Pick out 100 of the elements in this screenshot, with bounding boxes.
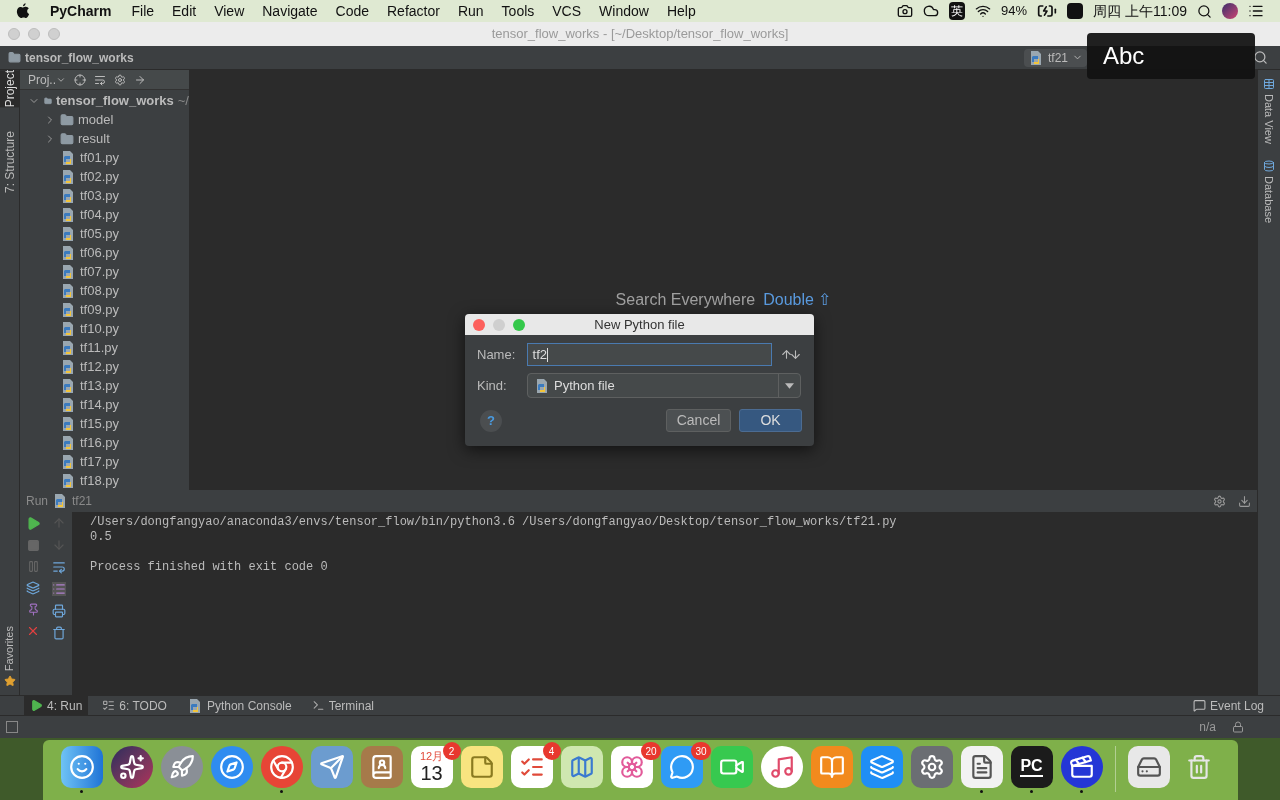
siri-icon[interactable] [1222, 3, 1238, 19]
app-menu[interactable]: PyCharm [50, 0, 112, 22]
trash-icon[interactable] [52, 626, 66, 640]
run-config-name: tf21 [72, 493, 93, 510]
folder-name[interactable]: model [78, 109, 114, 130]
soft-wrap-icon[interactable] [52, 560, 66, 574]
tool-window-tab[interactable]: Favorites [1, 625, 18, 671]
dialog-button[interactable]: Cancel [666, 409, 731, 432]
file-name[interactable]: tf14.py [80, 394, 120, 415]
file-name[interactable]: tf01.py [80, 147, 120, 168]
menu-item[interactable]: Help [666, 0, 696, 22]
wifi-icon[interactable] [975, 3, 992, 19]
menu-item[interactable]: VCS [552, 0, 582, 22]
rerun-icon[interactable] [25, 516, 41, 531]
browser-icon[interactable] [260, 746, 303, 788]
input-method[interactable]: 英 [949, 2, 966, 20]
tool-window-tab[interactable]: 7: Structure [0, 131, 19, 194]
settings-icon[interactable] [1213, 494, 1226, 508]
compass-icon[interactable] [210, 746, 253, 788]
tool-window-tab[interactable]: Project [0, 70, 19, 108]
search-icon[interactable] [1197, 3, 1212, 19]
checklist-icon[interactable] [510, 746, 553, 788]
sparkle-icon[interactable] [110, 746, 153, 788]
menu-item[interactable]: Window [599, 0, 649, 22]
dialog-button[interactable]: OK [739, 409, 802, 432]
address-book-icon[interactable] [360, 746, 403, 788]
file-name[interactable]: tf04.py [80, 204, 120, 225]
gear-icon[interactable] [910, 746, 953, 788]
clock[interactable]: 周四 上午11:09 [1093, 0, 1187, 22]
print-icon[interactable] [52, 604, 66, 618]
cloud-icon[interactable] [923, 3, 940, 19]
file-name[interactable]: tf10.py [80, 318, 120, 339]
python-file-icon [60, 282, 76, 299]
file-name[interactable]: tf18.py [80, 470, 120, 490]
pin-icon[interactable] [26, 603, 40, 616]
menu-item[interactable]: Tools [501, 0, 535, 22]
file-name[interactable]: tf06.py [80, 242, 120, 263]
notepad-icon[interactable] [460, 746, 503, 788]
close-button[interactable] [473, 318, 485, 331]
help-button[interactable]: ? [480, 409, 502, 432]
file-name[interactable]: tf02.py [80, 166, 120, 187]
camera-icon[interactable] [897, 3, 914, 19]
name-field[interactable]: tf2 [526, 343, 772, 366]
breadcrumb[interactable]: tensor_flow_works [25, 48, 134, 67]
scroll-end-icon[interactable] [52, 582, 66, 596]
folder-name[interactable]: tensor_flow_works [56, 90, 174, 111]
file-name[interactable]: tf13.py [80, 375, 120, 396]
menu-item[interactable]: Code [335, 0, 369, 22]
settings-icon[interactable] [114, 73, 126, 86]
file-name[interactable]: tf11.py [80, 337, 119, 358]
file-name[interactable]: tf12.py [80, 356, 120, 377]
file-name[interactable]: tf03.py [80, 185, 120, 206]
menu-item[interactable]: Navigate [262, 0, 318, 22]
apple-icon[interactable] [16, 3, 30, 19]
file-name[interactable]: tf16.py [80, 432, 120, 453]
tool-window-tab[interactable]: Python Console [180, 696, 298, 715]
file-name[interactable]: tf09.py [80, 299, 120, 320]
sort-icon[interactable] [780, 348, 802, 361]
python-file-icon [534, 377, 550, 394]
file-name[interactable]: tf17.py [80, 451, 120, 472]
pycharm-icon[interactable]: PC [1010, 746, 1053, 788]
clapperboard-icon[interactable] [1060, 746, 1103, 788]
tool-window-tab[interactable]: Data View [1260, 94, 1278, 144]
panel-toggle-icon[interactable] [6, 721, 18, 733]
kind-dropdown[interactable]: Python file [527, 373, 801, 398]
file-name[interactable]: tf15.py [80, 413, 120, 434]
python-file-icon [60, 472, 76, 489]
run-config-dropdown[interactable]: tf21 [1024, 48, 1087, 67]
drive-icon[interactable] [1127, 746, 1170, 788]
face-icon[interactable] [60, 746, 103, 788]
document-icon[interactable] [960, 746, 1003, 788]
map-icon[interactable] [560, 746, 603, 788]
music-note-icon[interactable] [760, 746, 803, 788]
video-camera-icon[interactable] [710, 746, 753, 788]
menu-item[interactable]: View [214, 0, 245, 22]
menu-item[interactable]: Edit [172, 0, 197, 22]
tool-window-tab[interactable]: Database [1260, 175, 1278, 224]
tool-window-tab[interactable]: Terminal [305, 696, 381, 715]
rocket-icon[interactable] [160, 746, 203, 788]
file-name[interactable]: tf08.py [80, 280, 120, 301]
menu-item[interactable]: Run [457, 0, 484, 22]
search-icon[interactable] [1253, 50, 1268, 65]
book-icon[interactable] [810, 746, 853, 788]
tool-window-tab[interactable]: 6: TODO [96, 696, 173, 715]
collapse-icon[interactable] [94, 73, 106, 86]
close-icon[interactable] [26, 624, 40, 638]
locate-icon[interactable] [74, 73, 86, 86]
file-name[interactable]: tf05.py [80, 223, 120, 244]
tool-window-tab[interactable]: 4: Run [24, 696, 89, 715]
python-file-icon [60, 453, 76, 470]
play-icon [30, 699, 43, 712]
notification-list-icon[interactable] [1248, 3, 1264, 19]
event-log-button[interactable]: Event Log [1192, 696, 1264, 715]
folder-name[interactable]: result [78, 128, 110, 149]
layout-icon[interactable] [26, 581, 40, 595]
menu-item[interactable]: Refactor [387, 0, 440, 22]
lock-icon[interactable] [1232, 721, 1244, 733]
menu-item[interactable]: File [131, 0, 155, 22]
file-name[interactable]: tf07.py [80, 261, 120, 282]
python-file-icon [60, 225, 76, 242]
